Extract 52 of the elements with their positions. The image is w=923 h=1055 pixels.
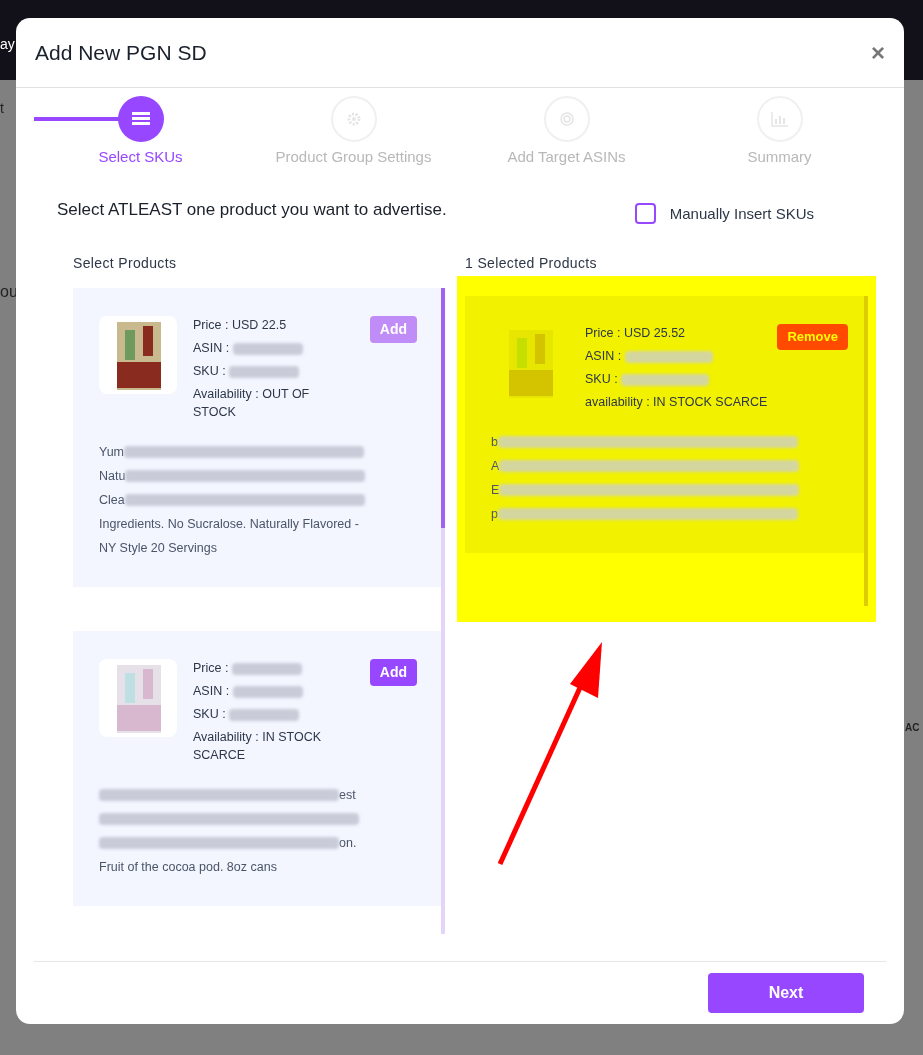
step-tab[interactable]: Product Group Settings: [247, 96, 460, 169]
description-text: b: [491, 433, 498, 451]
column-heading: 1 Selected Products: [465, 254, 598, 273]
description-text: Clea: [99, 491, 125, 509]
description-text: Ingredients. No Sucralose. Naturally Flavored -: [99, 515, 359, 533]
product-detail: SKU :: [585, 370, 768, 388]
checkbox-label: Manually Insert SKUs: [669, 203, 814, 224]
checkbox[interactable]: [634, 203, 656, 225]
description-text: p: [491, 505, 498, 523]
redacted-text: [229, 365, 300, 378]
description-text: A: [491, 457, 500, 475]
description-text: Fruit of the cocoa pod. 8oz cans: [99, 858, 277, 876]
background-text: t: [0, 99, 4, 118]
instruction-text: Select ATLEAST one product you want to advertise.: [57, 199, 447, 221]
list-icon: [131, 111, 150, 127]
product-detail: Price : USD 25.52: [585, 325, 687, 342]
product-detail: Availability : IN STOCK SCARCE: [193, 729, 323, 764]
column-heading: Select Products: [73, 254, 178, 273]
modal-title: Add New PGN SD: [35, 39, 207, 66]
description-text: E: [491, 481, 500, 499]
product-detail: Availability : OUT OF STOCK: [193, 386, 311, 421]
target-icon: [558, 111, 575, 127]
description-text: est: [339, 786, 356, 804]
redacted-text: [232, 685, 303, 698]
close-button[interactable]: ×: [871, 34, 885, 71]
redacted-text: [232, 342, 303, 355]
product-detail: Price : USD 22.5: [193, 317, 288, 334]
step-tab[interactable]: Summary: [673, 96, 886, 169]
add-button[interactable]: Add: [369, 659, 417, 686]
redacted-text: [229, 708, 300, 721]
product-detail: ASIN :: [585, 347, 768, 365]
description-text: Yum: [99, 443, 124, 461]
gear-icon: [345, 111, 362, 127]
description-text: on.: [339, 834, 357, 852]
next-button[interactable]: Next: [708, 973, 864, 1013]
description-text: Natu: [99, 467, 126, 485]
product-detail: ASIN :: [193, 339, 343, 357]
bar-chart-icon: [770, 111, 789, 127]
product-detail: ASIN :: [193, 682, 343, 700]
remove-button[interactable]: Remove: [777, 324, 848, 350]
step-tab[interactable]: Add Target ASINs: [460, 96, 673, 169]
product-detail: SKU :: [193, 705, 343, 723]
product-detail: Price :: [193, 659, 343, 677]
scrollbar[interactable]: [864, 296, 868, 606]
redacted-text: [231, 662, 302, 675]
product-detail: SKU :: [193, 362, 343, 380]
scrollbar[interactable]: [441, 288, 445, 934]
background-text: AC: [905, 721, 920, 735]
description-text: NY Style 20 Servings: [99, 539, 217, 557]
background-text: ay: [0, 35, 15, 54]
step-tab[interactable]: Select SKUs: [34, 96, 247, 169]
product-detail: availability : IN STOCK SCARCE: [585, 394, 768, 411]
